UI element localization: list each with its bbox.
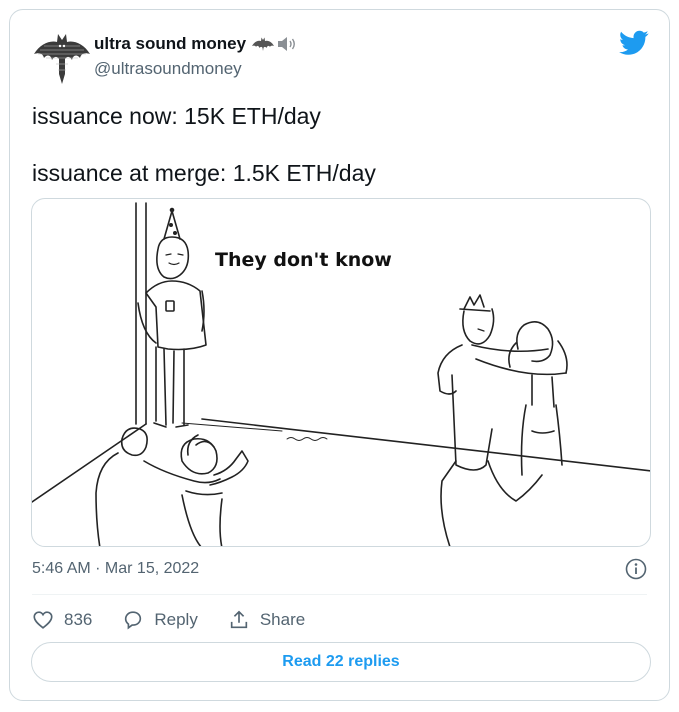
tweet-media-image[interactable]: They don't know (31, 198, 651, 547)
share-upload-icon (230, 610, 248, 629)
meme-caption: They don't know (215, 249, 392, 271)
like-button[interactable]: 836 (32, 609, 92, 631)
bat-icon (252, 37, 275, 51)
divider (32, 594, 647, 595)
avatar-bat-logo[interactable] (32, 30, 92, 88)
user-handle[interactable]: @ultrasoundmoney (94, 59, 242, 79)
action-bar: 836 Reply Share (32, 606, 335, 634)
twitter-logo-icon[interactable] (619, 30, 649, 56)
reply-label: Reply (154, 610, 198, 629)
heart-icon (33, 611, 53, 629)
tweet-timestamp[interactable]: 5:46 AM · Mar 15, 2022 (32, 560, 199, 578)
reply-button[interactable]: Reply (122, 609, 198, 631)
read-replies-button[interactable]: Read 22 replies (31, 642, 651, 682)
info-icon[interactable] (625, 558, 647, 580)
speaker-icon (278, 37, 296, 51)
share-button[interactable]: Share (228, 609, 305, 631)
like-count: 836 (64, 610, 93, 629)
reply-bubble-icon (125, 611, 142, 630)
display-name[interactable]: ultra sound money (94, 34, 246, 54)
share-label: Share (259, 610, 306, 629)
tweet-text-line: issuance now: 15K ETH/day (32, 103, 321, 129)
tweet-text-line: issuance at merge: 1.5K ETH/day (32, 160, 376, 186)
tweet-card: ultra sound money @ultrasoundmoney issua… (9, 9, 670, 701)
